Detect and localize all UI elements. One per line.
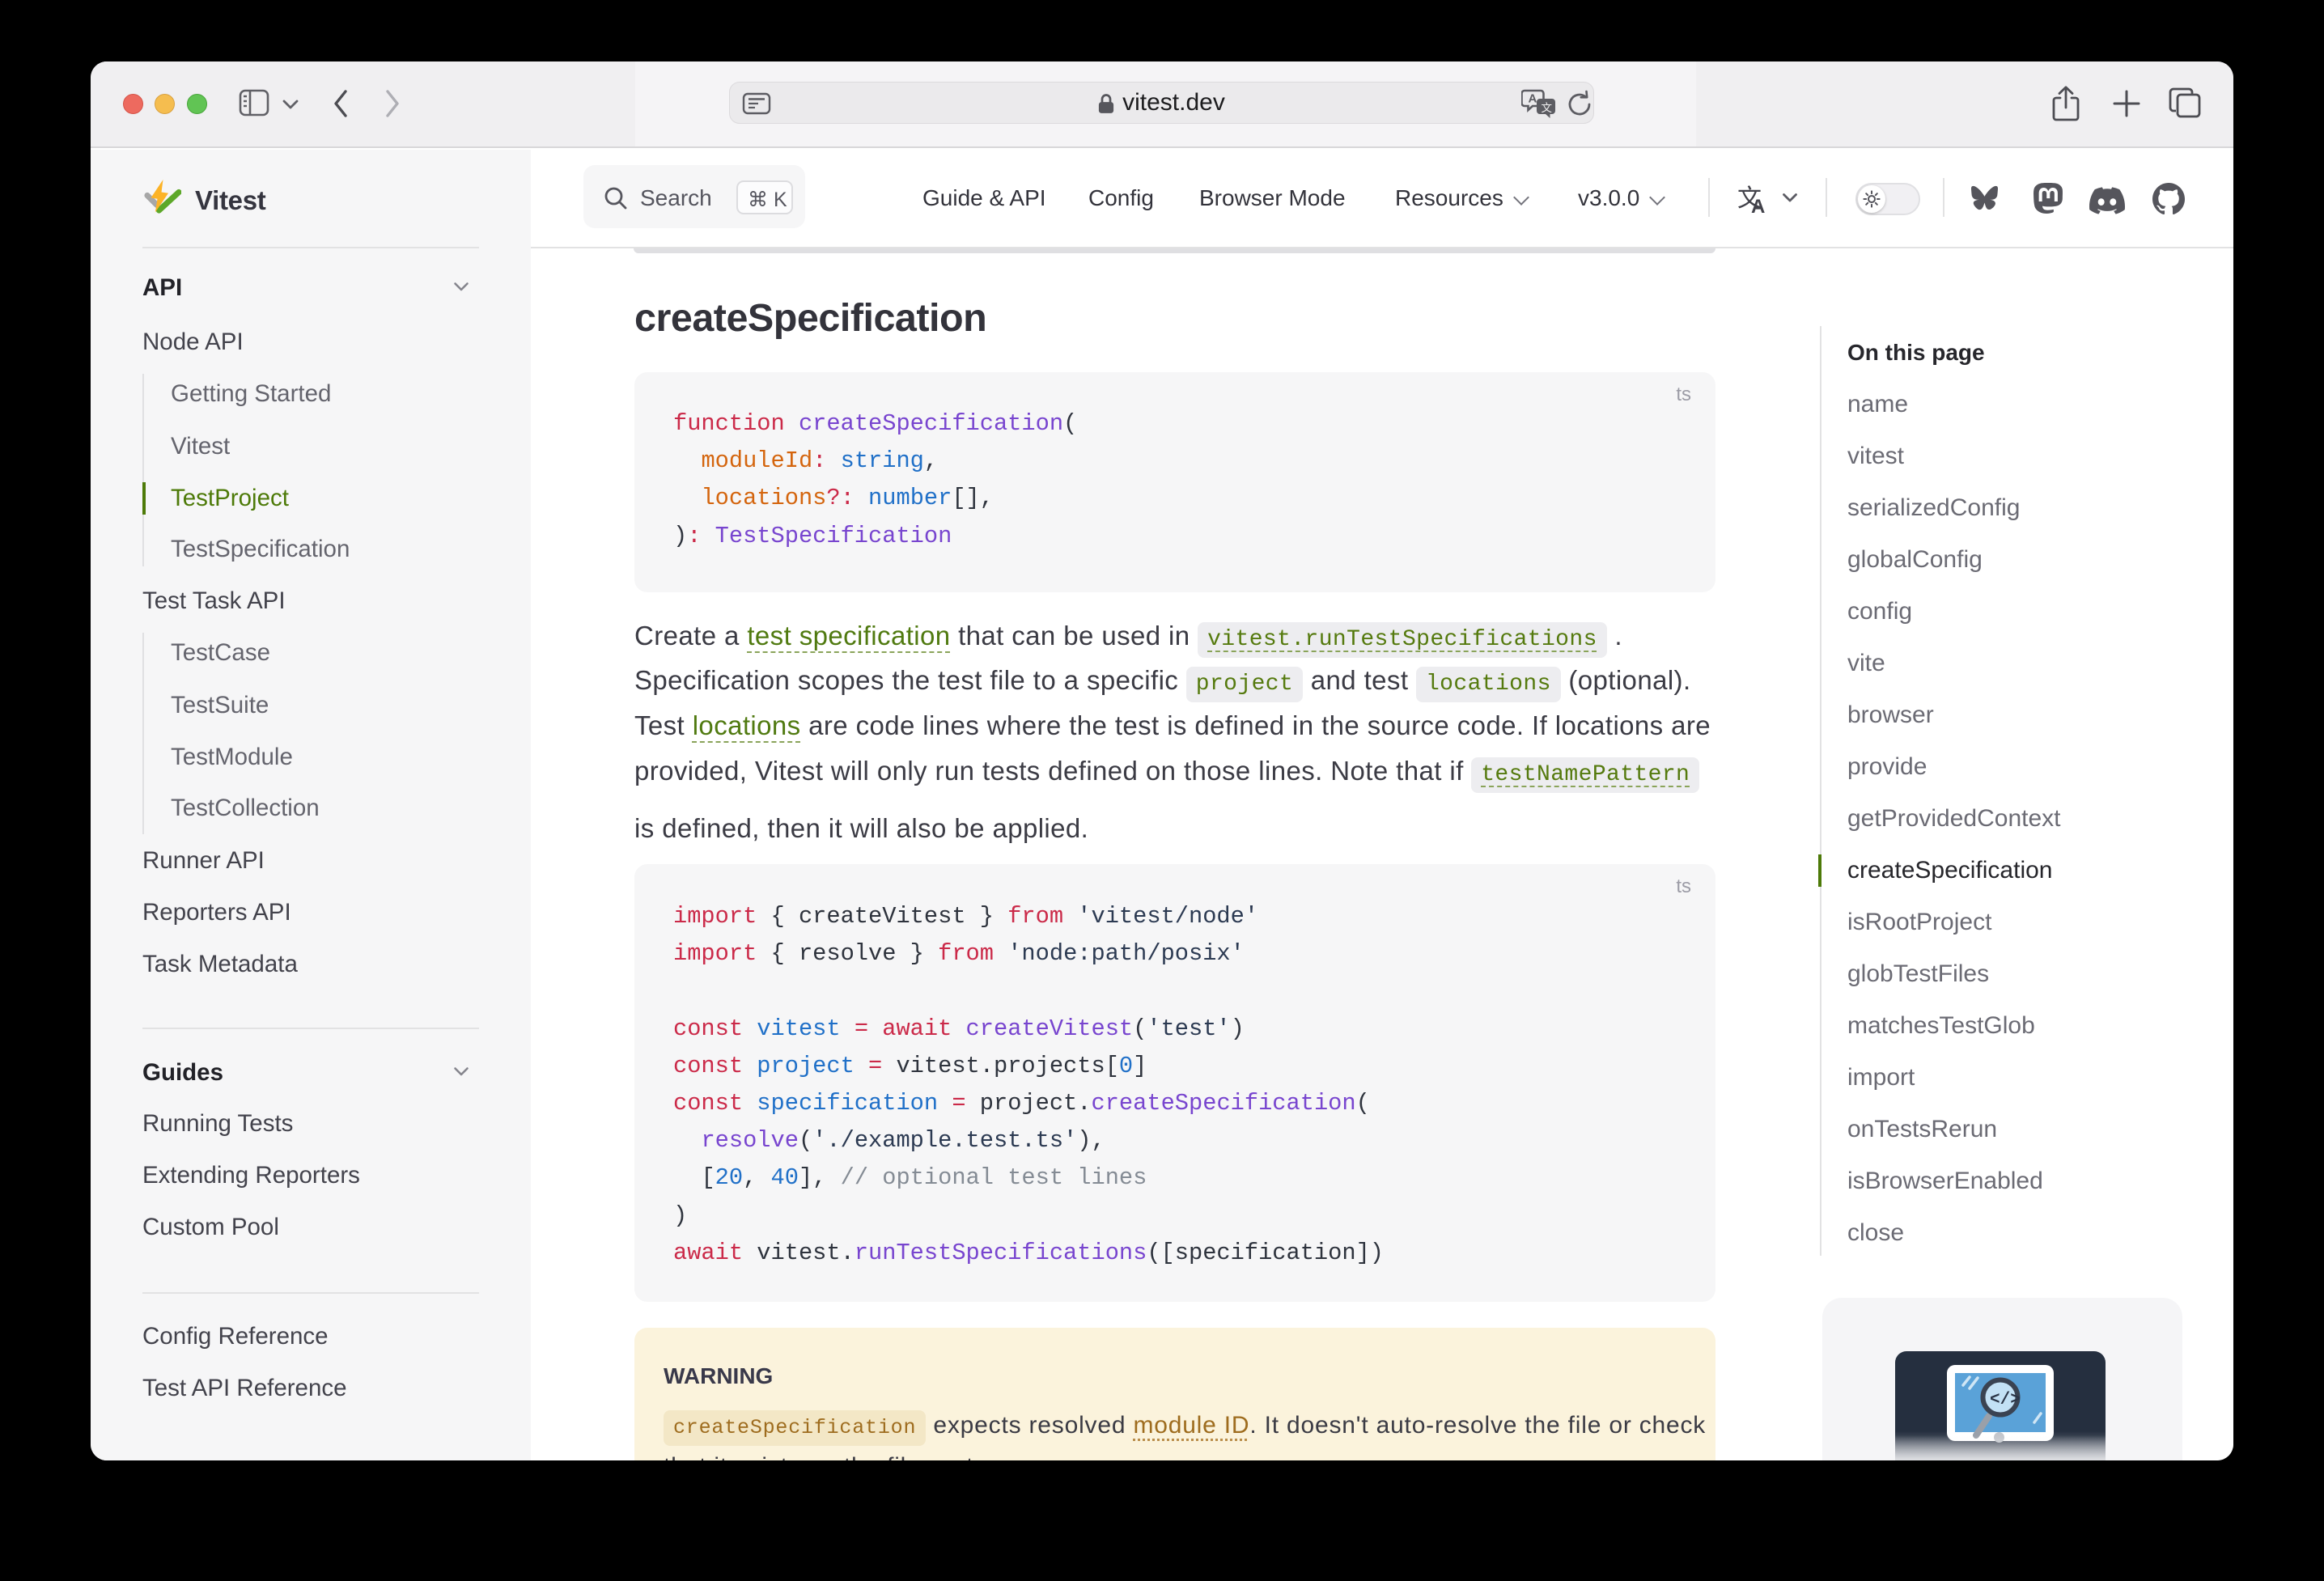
svg-text:A: A [1529,92,1537,106]
svg-text:</>: </> [1990,1391,2021,1409]
svg-text:文: 文 [1542,102,1553,114]
svg-text:A: A [1751,196,1765,216]
